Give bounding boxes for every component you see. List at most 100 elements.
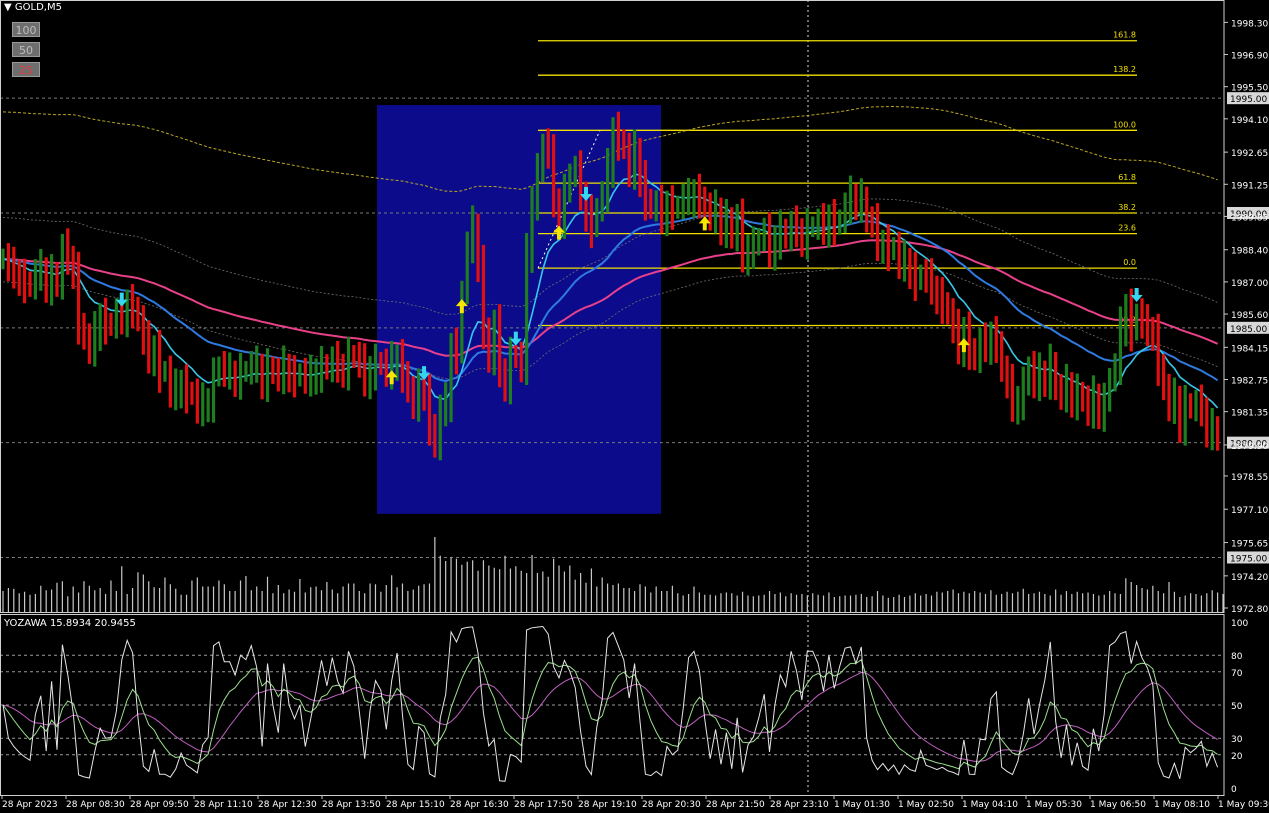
oscillator-tick-label: 100 (1231, 619, 1248, 629)
volume-bar (601, 577, 603, 612)
price-bar (1183, 385, 1187, 446)
x-tick-label: 1 May 02:50 (898, 800, 954, 810)
y-tick-label: 1988.40 (1231, 247, 1268, 257)
price-bar (103, 297, 108, 345)
volume-bar (1092, 594, 1095, 612)
chart-canvas[interactable]: 161.8138.2100.061.838.223.60.038.2 1995.… (0, 0, 1269, 813)
volume-bar (158, 588, 161, 612)
price-bar (44, 257, 48, 303)
volume-bar (202, 586, 204, 612)
price-bar (147, 320, 151, 374)
volume-bar (326, 582, 328, 612)
zoom-100-button[interactable]: 100 (12, 22, 40, 37)
volume-bar (812, 593, 814, 612)
price-bar (519, 341, 523, 383)
volume-bar (261, 591, 263, 612)
x-tick-label: 1 May 06:50 (1090, 800, 1146, 810)
price-bar (222, 351, 226, 387)
volume-bar (698, 592, 700, 612)
volume-bar (137, 572, 139, 612)
price-bar (1032, 351, 1036, 399)
volume-bar (779, 592, 781, 612)
volume-bar (1130, 582, 1132, 612)
price-bar (508, 336, 513, 405)
volume-bar (185, 594, 188, 612)
price-bar (114, 298, 118, 339)
volume-bar (714, 595, 717, 612)
volume-bar (650, 592, 652, 612)
zoom-50-button[interactable]: 50 (12, 42, 40, 57)
price-bar (784, 218, 788, 249)
price-bar (541, 133, 545, 182)
volume-bar (477, 570, 479, 612)
price-bar (1059, 373, 1063, 410)
x-tick-label: 1 May 01:30 (834, 800, 890, 810)
volume-bar (677, 593, 679, 612)
price-bar (265, 348, 270, 402)
volume-bar (266, 576, 269, 612)
price-bar (708, 192, 712, 231)
y-tick-label: 1972.80 (1231, 605, 1268, 615)
price-tag-label: 1995.00 (1230, 95, 1267, 105)
price-bar (692, 179, 696, 218)
price-bar (978, 328, 982, 374)
price-bar (1129, 288, 1133, 352)
price-bar (174, 368, 178, 411)
price-bar (589, 194, 594, 249)
volume-bar (212, 586, 215, 612)
price-bar (1, 248, 5, 270)
price-bar (255, 345, 259, 383)
price-bar (1199, 384, 1204, 427)
volume-bar (472, 560, 474, 612)
price-bar (1043, 360, 1047, 397)
price-bar (994, 316, 998, 363)
y-tick-label: 1989.85 (1231, 213, 1268, 223)
volume-bar (342, 586, 344, 612)
volume-bar (569, 565, 571, 612)
volume-bar (785, 596, 787, 612)
dropdown-triangle-icon[interactable]: ▼ (4, 2, 12, 13)
volume-bar (1146, 589, 1149, 612)
volume-bar (504, 555, 506, 612)
price-bar (1210, 407, 1214, 451)
price-bar (983, 322, 988, 363)
price-bar (319, 345, 324, 393)
volume-bar (520, 570, 522, 612)
volume-bar (666, 591, 668, 612)
price-bar (913, 251, 917, 301)
volume-bar (833, 597, 835, 612)
volume-bar (930, 595, 933, 612)
volume-bar (671, 585, 673, 612)
zoom-25-button[interactable]: 25 (12, 62, 40, 77)
price-bar (1027, 356, 1031, 396)
price-bar (875, 203, 880, 261)
price-bar (757, 227, 761, 256)
volume-bar (806, 595, 808, 612)
volume-bar (639, 584, 641, 612)
volume-bar (752, 596, 754, 612)
price-bar (71, 245, 75, 290)
price-bar (1216, 416, 1220, 451)
price-bar (1135, 303, 1139, 341)
price-bar (908, 248, 912, 290)
volume-bar (1184, 595, 1186, 612)
volume-bar (1082, 593, 1084, 612)
x-tick-label: 28 Apr 16:30 (450, 800, 509, 810)
price-bar (611, 117, 615, 188)
volume-bar (623, 588, 625, 612)
price-bar (233, 360, 237, 397)
volume-bar (1087, 592, 1089, 612)
price-bar (886, 224, 890, 272)
volume-bar (315, 586, 317, 612)
price-bar (568, 163, 572, 203)
volume-bar (131, 588, 134, 612)
price-bar (951, 298, 955, 344)
price-bar (848, 175, 853, 225)
volume-bar (391, 575, 393, 612)
price-bar (956, 308, 961, 365)
highlight-zone (377, 105, 661, 514)
volume-bar (299, 579, 301, 612)
price-bar (1016, 385, 1020, 425)
oscillator-smooth-line (2, 656, 1218, 770)
volume-bar (67, 596, 69, 612)
